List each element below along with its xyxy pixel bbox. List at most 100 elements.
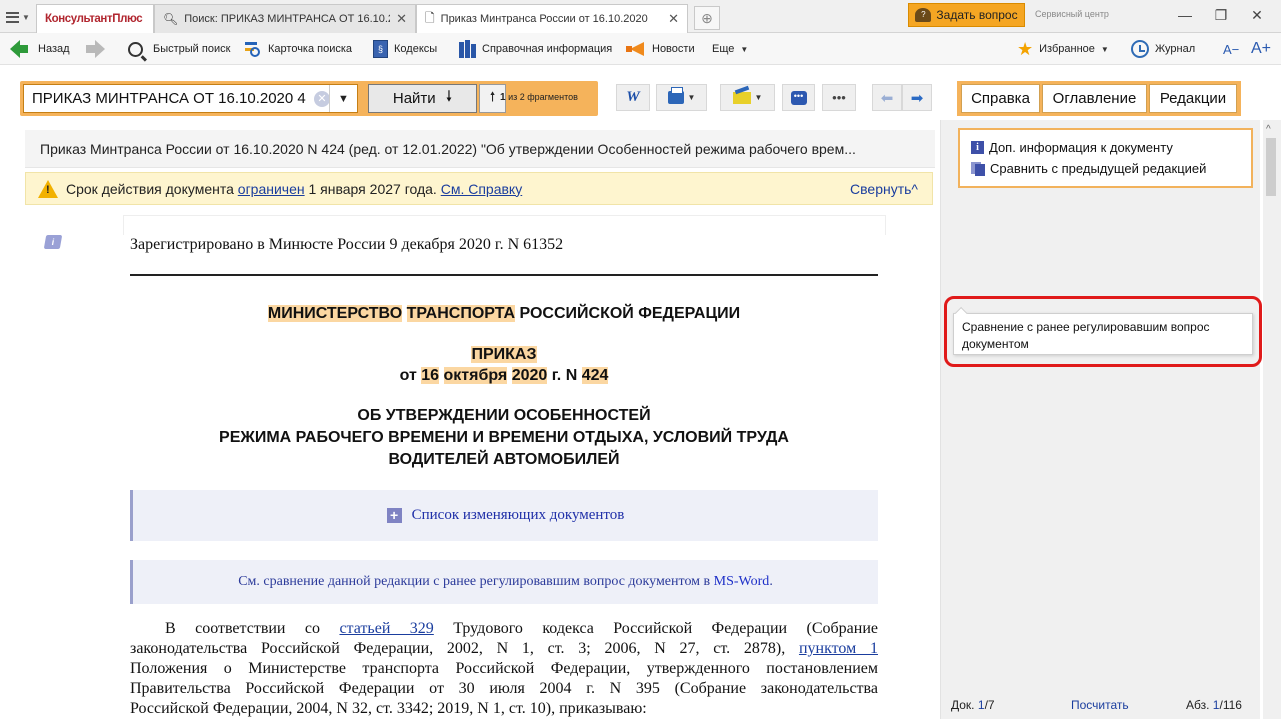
paragraph-counter: Абз. 1/116: [1186, 698, 1242, 712]
comment-button[interactable]: •••: [782, 84, 815, 111]
main-menu-button[interactable]: ▼: [6, 7, 32, 27]
tab-home[interactable]: КонсультантПлюс: [36, 4, 154, 33]
news-button[interactable]: Новости: [626, 37, 695, 61]
warning-prefix: Срок действия документа: [66, 180, 238, 197]
see-reference-link[interactable]: См. Справку: [441, 181, 523, 197]
brand-logo: КонсультантПлюс: [45, 13, 143, 25]
vertical-scrollbar[interactable]: ^: [1263, 120, 1281, 719]
document-title-text: Приказ Минтранса России от 16.10.2020 N …: [40, 140, 856, 157]
close-window-button[interactable]: ✕: [1239, 3, 1275, 27]
collapse-warning-button[interactable]: Свернуть^: [850, 181, 918, 197]
compare-note-end: .: [769, 574, 773, 589]
tab-search-label: Поиск: ПРИКАЗ МИНТРАНСА ОТ 16.10.20: [184, 13, 391, 25]
back-label: Назад: [38, 43, 70, 55]
tab-contents-label: Оглавление: [1052, 90, 1137, 107]
compare-note-text: См. сравнение данной редакции с ранее ре…: [238, 574, 714, 589]
point-1-link[interactable]: пунктом 1: [799, 640, 878, 657]
para-line2-a: законодательства Российской Федерации, 2…: [130, 640, 799, 657]
tab-editions[interactable]: Редакции: [1149, 84, 1237, 113]
nav-back-button[interactable]: ⬅: [872, 84, 902, 111]
scrollbar-thumb[interactable]: [1266, 138, 1276, 196]
service-center-label: Сервисный центр: [1035, 9, 1109, 19]
search-card-icon: [245, 41, 262, 58]
service-center-link[interactable]: Сервисный центр: [1035, 9, 1109, 19]
doc-current: 1: [977, 698, 985, 712]
in-document-search-bar: ПРИКАЗ МИНТРАНСА ОТ 16.10.2020 4 ✕ ▼ Най…: [20, 81, 598, 116]
count-button[interactable]: Посчитать: [1071, 698, 1129, 712]
chevron-up-icon: ^: [911, 181, 918, 197]
search-card-button[interactable]: Карточка поиска: [245, 37, 352, 61]
limited-link[interactable]: ограничен: [238, 181, 305, 197]
highlighter-icon: [732, 91, 751, 104]
tab-document[interactable]: 🗋 Приказ Минтранса России от 16.10.2020 …: [416, 4, 688, 33]
fragment-total-text: из 2 фрагментов: [508, 92, 578, 102]
more-menu-button[interactable]: Еще ▼: [712, 37, 748, 61]
minimize-button[interactable]: —: [1167, 3, 1203, 27]
order-word: ПРИКАЗ: [471, 346, 537, 363]
print-button[interactable]: ▼: [656, 84, 707, 111]
tab-contents[interactable]: Оглавление: [1042, 84, 1147, 113]
paragraph-line: законодательства Российской Федерации, 2…: [130, 639, 878, 659]
document-icon: 🗋: [425, 10, 435, 25]
favorites-button[interactable]: ★ Избранное ▼: [1017, 37, 1109, 61]
find-next-button[interactable]: Найти 🠗: [368, 84, 477, 113]
restore-button[interactable]: ❐: [1203, 3, 1239, 27]
extra-info-link[interactable]: i Доп. информация к документу: [971, 137, 1251, 158]
main-toolbar: Назад Быстрый поиск Карточка поиска § Ко…: [0, 33, 1281, 65]
article-329-link[interactable]: статьей 329: [339, 620, 433, 637]
quick-search-button[interactable]: Быстрый поиск: [128, 37, 230, 61]
back-button[interactable]: Назад: [10, 37, 70, 61]
search-history-dropdown[interactable]: ▼: [329, 85, 357, 112]
quick-search-label: Быстрый поиск: [153, 43, 231, 55]
close-icon[interactable]: ✕: [668, 11, 679, 27]
bookmark-button[interactable]: ▼: [720, 84, 775, 111]
ministry-word-2: ТРАНСПОРТА: [406, 305, 516, 322]
paragraph-line: Правительства Российской Федерации от 30…: [130, 680, 878, 697]
order-date: от 16 октября 2020 г. N 424: [130, 367, 878, 385]
find-label: Найти: [392, 90, 436, 107]
chevron-down-icon: ▼: [740, 44, 749, 54]
font-smaller-button[interactable]: A−: [1223, 37, 1239, 61]
ask-question-label: Задать вопрос: [936, 8, 1018, 22]
info-note-icon[interactable]: i: [43, 235, 63, 249]
nav-forward-button[interactable]: ➡: [902, 84, 932, 111]
order-date-month: октября: [443, 367, 508, 384]
search-input[interactable]: ПРИКАЗ МИНТРАНСА ОТ 16.10.2020 4 ✕ ▼: [23, 84, 358, 113]
arrow-up-icon: 🠕: [489, 88, 496, 104]
order-date-from: от: [399, 367, 417, 384]
validity-warning: ! Срок действия документа ограничен 1 ян…: [25, 172, 933, 205]
more-dots-icon: •••: [832, 90, 846, 105]
chevron-down-icon: ▼: [754, 93, 763, 102]
scroll-up-icon[interactable]: ^: [1266, 124, 1271, 135]
tab-search[interactable]: 🔍︎ Поиск: ПРИКАЗ МИНТРАНСА ОТ 16.10.20 ✕: [154, 4, 416, 33]
changes-list-expander[interactable]: + Список изменяющих документов: [130, 490, 878, 541]
forward-button[interactable]: [86, 37, 105, 61]
font-smaller-label: A−: [1223, 41, 1240, 57]
close-icon[interactable]: ✕: [396, 11, 407, 27]
doc-total: /7: [984, 698, 995, 712]
registration-note: Зарегистрировано в Минюсте России 9 дека…: [130, 236, 564, 253]
para-line1-a: В соответствии со: [165, 620, 340, 637]
new-tab-button[interactable]: ⊕: [694, 6, 720, 30]
right-panel-tabs: Справка Оглавление Редакции: [957, 81, 1241, 116]
fragment-current: 1: [500, 92, 506, 103]
ask-question-button[interactable]: ? Задать вопрос: [908, 3, 1025, 27]
codes-button[interactable]: § Кодексы: [373, 37, 437, 61]
plus-icon: ⊕: [701, 9, 713, 26]
back-arrow-icon: [10, 40, 28, 58]
clear-icon[interactable]: ✕: [314, 91, 330, 107]
reference-info-button[interactable]: Справочная информация: [459, 37, 612, 61]
more-actions-button[interactable]: •••: [822, 84, 856, 111]
font-larger-label: A+: [1251, 40, 1272, 57]
export-word-button[interactable]: W: [616, 84, 650, 111]
more-label: Еще: [712, 43, 735, 55]
font-larger-button[interactable]: A+: [1251, 37, 1271, 61]
tab-reference[interactable]: Справка: [961, 84, 1040, 113]
ms-word-link[interactable]: MS-Word: [714, 574, 770, 590]
books-icon: [459, 40, 476, 58]
ministry-rest: РОССИЙСКОЙ ФЕДЕРАЦИИ: [519, 305, 741, 322]
search-icon: 🔍︎: [163, 12, 179, 26]
journal-button[interactable]: Журнал: [1131, 37, 1195, 61]
compare-previous-link[interactable]: Сравнить с предыдущей редакцией: [971, 158, 1251, 179]
reference-info-label: Справочная информация: [482, 43, 613, 55]
